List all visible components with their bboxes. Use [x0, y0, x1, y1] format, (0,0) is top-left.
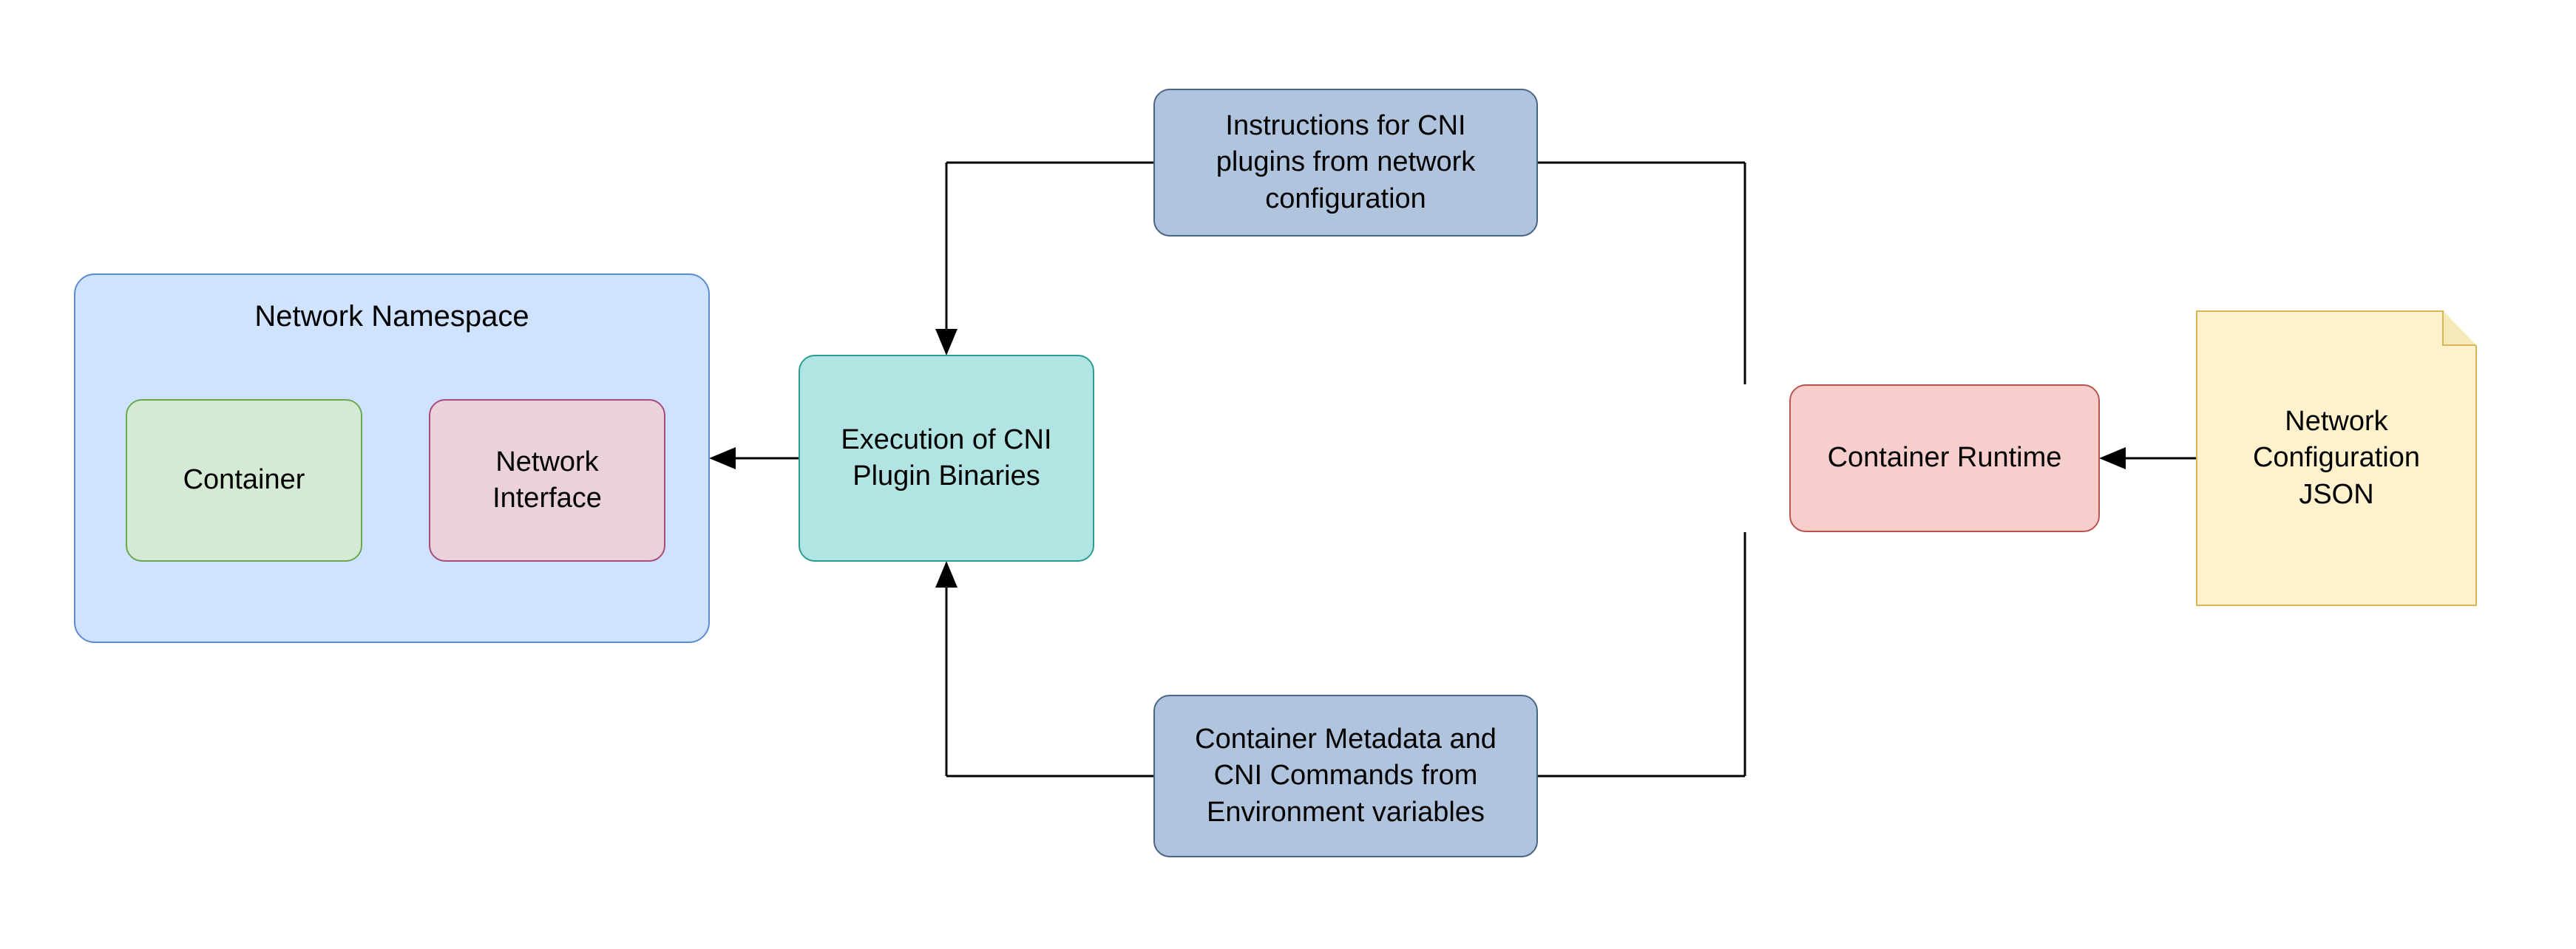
instructions-label: Instructions for CNI plugins from networ…	[1216, 108, 1476, 217]
container-node: Container	[126, 399, 362, 562]
execution-label: Execution of CNI Plugin Binaries	[841, 422, 1051, 495]
network-interface-node: Network Interface	[429, 399, 665, 562]
network-config-json-note: Network Configuration JSON	[2196, 310, 2477, 606]
container-runtime-node: Container Runtime	[1789, 384, 2100, 532]
container-label: Container	[183, 462, 305, 498]
metadata-label: Container Metadata and CNI Commands from…	[1195, 721, 1497, 831]
metadata-node: Container Metadata and CNI Commands from…	[1153, 695, 1538, 857]
cni-architecture-diagram: Network Namespace Container Network Inte…	[0, 0, 2576, 949]
instructions-node: Instructions for CNI plugins from networ…	[1153, 89, 1538, 237]
json-note-label: Network Configuration JSON	[2253, 404, 2420, 513]
execution-node: Execution of CNI Plugin Binaries	[799, 355, 1094, 562]
network-interface-label: Network Interface	[492, 444, 602, 517]
namespace-title: Network Namespace	[254, 297, 529, 336]
runtime-label: Container Runtime	[1828, 440, 2062, 476]
